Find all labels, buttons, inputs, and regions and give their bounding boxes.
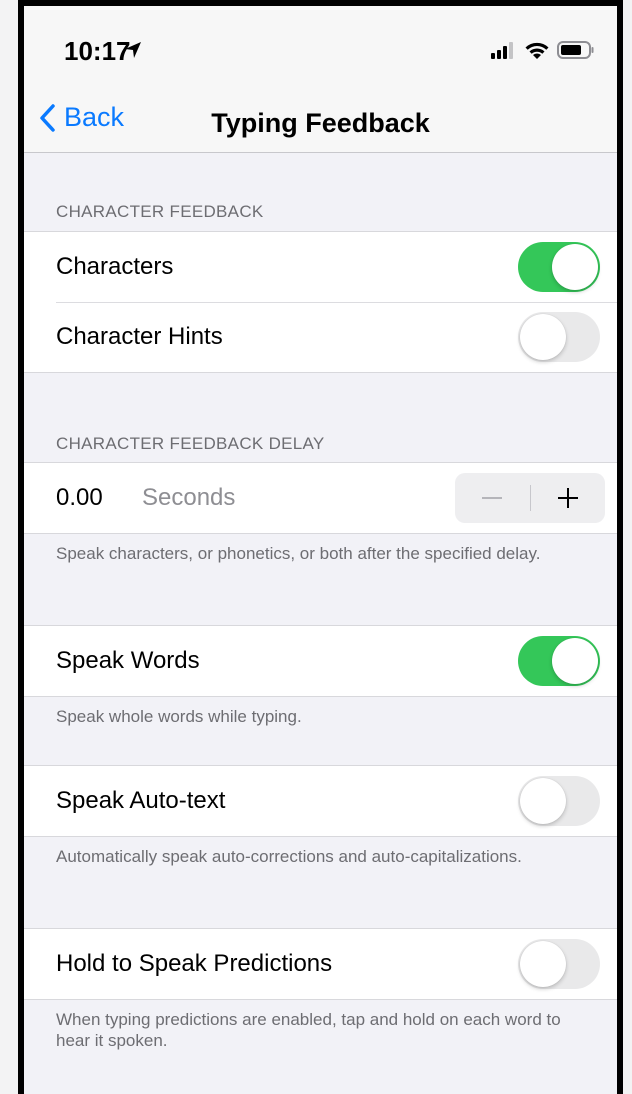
speak-words-group: Speak Words <box>24 625 617 697</box>
character-hints-row[interactable]: Character Hints <box>24 302 617 372</box>
screen: 10:17 Back Typing Feedback CHARACTER FEE… <box>24 6 617 1094</box>
delay-unit: Seconds <box>142 484 236 511</box>
page-title: Typing Feedback <box>211 108 430 138</box>
toggle-knob <box>552 638 598 684</box>
delay-stepper[interactable] <box>455 473 605 523</box>
delay-footer: Speak characters, or phonetics, or both … <box>56 544 541 563</box>
speak-auto-text-row[interactable]: Speak Auto-text <box>24 766 617 836</box>
status-icons <box>491 40 595 60</box>
signal-icon <box>491 42 513 59</box>
speak-auto-text-toggle[interactable] <box>518 776 600 826</box>
hold-to-speak-toggle[interactable] <box>518 939 600 989</box>
delay-row: 0.00 Seconds <box>24 463 617 533</box>
toggle-knob <box>552 244 598 290</box>
section-header-feedback-delay: CHARACTER FEEDBACK DELAY <box>56 434 325 453</box>
minus-icon <box>482 497 503 499</box>
speak-auto-text-group: Speak Auto-text <box>24 765 617 837</box>
toggle-knob <box>520 778 566 824</box>
speak-auto-text-label: Speak Auto-text <box>56 787 226 814</box>
hold-to-speak-row[interactable]: Hold to Speak Predictions <box>24 929 617 999</box>
hold-to-speak-label: Hold to Speak Predictions <box>56 950 333 977</box>
character-hints-label: Character Hints <box>56 323 223 350</box>
location-arrow-icon <box>125 42 141 58</box>
delay-value: 0.00 <box>56 484 103 511</box>
decrement-button[interactable] <box>455 473 530 523</box>
battery-icon <box>557 41 594 59</box>
toggle-knob <box>520 314 566 360</box>
toggle-knob <box>520 941 566 987</box>
hold-to-speak-footer: When typing predictions are enabled, tap… <box>56 1010 561 1050</box>
plus-icon <box>557 488 578 508</box>
speak-auto-text-footer: Automatically speak auto-corrections and… <box>56 847 522 866</box>
speak-words-toggle[interactable] <box>518 636 600 686</box>
status-time: 10:17 <box>64 36 131 66</box>
wifi-icon <box>525 42 549 59</box>
characters-toggle[interactable] <box>518 242 600 292</box>
section-header-character-feedback: CHARACTER FEEDBACK <box>56 202 264 221</box>
device-frame: 10:17 Back Typing Feedback CHARACTER FEE… <box>18 0 623 1094</box>
navigation-bar: Back Typing Feedback <box>24 94 617 153</box>
character-hints-toggle[interactable] <box>518 312 600 362</box>
character-feedback-group: Characters Character Hints <box>24 231 617 373</box>
increment-button[interactable] <box>531 473 606 523</box>
speak-words-footer: Speak whole words while typing. <box>56 707 302 726</box>
feedback-delay-group: 0.00 Seconds <box>24 462 617 534</box>
status-bar: 10:17 <box>24 6 617 94</box>
speak-words-row[interactable]: Speak Words <box>24 626 617 696</box>
characters-label: Characters <box>56 253 174 280</box>
speak-words-label: Speak Words <box>56 647 200 674</box>
characters-row[interactable]: Characters <box>24 232 617 302</box>
hold-to-speak-group: Hold to Speak Predictions <box>24 928 617 1000</box>
